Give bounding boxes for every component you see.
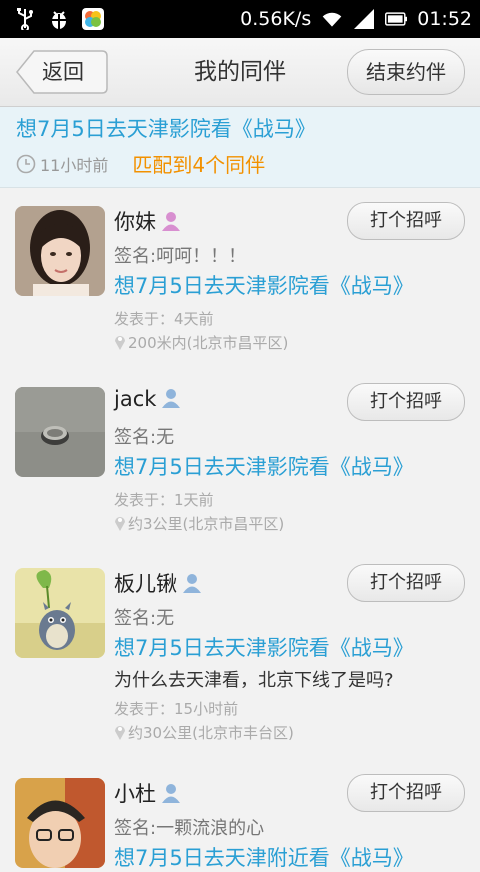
distance-text: 约30公里(北京市丰台区): [128, 724, 294, 742]
male-user-icon: [162, 389, 181, 408]
post-title[interactable]: 想7月5日去天津影院看《战马》: [114, 451, 414, 481]
companion-name: 小杜: [114, 778, 182, 808]
male-user-icon: [183, 574, 201, 593]
back-button[interactable]: 返回: [16, 50, 108, 94]
avatar[interactable]: [15, 387, 105, 477]
signature: 签名:一颗流浪的心: [114, 818, 265, 839]
say-hello-button[interactable]: 打个招呼: [347, 383, 465, 421]
page-title: 我的同伴: [194, 59, 286, 85]
companion-name: 板儿锹: [114, 568, 203, 598]
say-hello-button[interactable]: 打个招呼: [347, 202, 465, 240]
end-companion-button[interactable]: 结束约伴: [347, 49, 465, 95]
network-speed: 0.56K/s: [240, 8, 312, 30]
male-user-icon: [162, 784, 180, 803]
location-pin-icon: [115, 726, 125, 740]
app-notification-icon: [82, 8, 104, 30]
post-title[interactable]: 想7月5日去天津影院看《战马》: [114, 270, 414, 300]
status-left-icons: [14, 8, 104, 30]
avatar[interactable]: [15, 778, 105, 868]
back-label: 返回: [42, 60, 84, 84]
status-bar: 0.56K/s 01:52: [0, 0, 480, 38]
activity-meta: 11小时前 匹配到4个同伴: [16, 149, 265, 178]
say-hello-button[interactable]: 打个招呼: [347, 774, 465, 812]
female-user-icon: [162, 212, 180, 231]
reply-text: 为什么去天津看，北京下线了是吗?: [114, 670, 394, 691]
companion-name: jack: [114, 387, 182, 411]
companion-item[interactable]: 板儿锹 打个招呼 签名:无 想7月5日去天津影院看《战马》 为什么去天津看，北京…: [0, 550, 480, 760]
posted-time: 发表于：1天前: [114, 491, 214, 509]
distance-text: 约3公里(北京市昌平区): [128, 515, 285, 533]
signature: 签名:无: [114, 608, 175, 629]
activity-title[interactable]: 想7月5日去天津影院看《战马》: [16, 113, 316, 143]
location-pin-icon: [115, 336, 125, 350]
companion-name: 你妹: [114, 206, 182, 236]
usb-icon: [14, 8, 36, 30]
status-right: 0.56K/s 01:52: [240, 0, 472, 38]
activity-summary: 想7月5日去天津影院看《战马》 11小时前 匹配到4个同伴: [0, 107, 480, 188]
match-count: 匹配到4个同伴: [132, 153, 266, 177]
post-title[interactable]: 想7月5日去天津附近看《战马》: [114, 842, 414, 872]
posted-time: 发表于：4天前: [114, 310, 214, 328]
debug-bug-icon: [48, 8, 70, 30]
name-text: 板儿锹: [114, 572, 177, 596]
name-text: 你妹: [114, 210, 156, 234]
name-text: jack: [114, 387, 157, 411]
companion-item[interactable]: 你妹 打个招呼 签名:呵呵！！！ 想7月5日去天津影院看《战马》 发表于：4天前…: [0, 188, 480, 368]
name-text: 小杜: [114, 782, 156, 806]
say-hello-button[interactable]: 打个招呼: [347, 564, 465, 602]
signature: 签名:无: [114, 427, 175, 448]
avatar[interactable]: [15, 206, 105, 296]
avatar[interactable]: [15, 568, 105, 658]
activity-time: 11小时前: [40, 155, 109, 175]
companion-item[interactable]: jack 打个招呼 签名:无 想7月5日去天津影院看《战马》 发表于：1天前 约…: [0, 369, 480, 549]
posted-time: 发表于：15小时前: [114, 700, 239, 718]
location-pin-icon: [115, 517, 125, 531]
battery-icon: [385, 8, 408, 30]
post-title[interactable]: 想7月5日去天津影院看《战马》: [114, 632, 414, 662]
signal-icon: [353, 8, 375, 30]
clock-icon: [16, 154, 36, 173]
header-bar: 返回 我的同伴 结束约伴: [0, 38, 480, 107]
location: 200米内(北京市昌平区): [114, 332, 288, 353]
clock-time: 01:52: [417, 8, 472, 30]
signature: 签名:呵呵！！！: [114, 246, 247, 267]
location: 约3公里(北京市昌平区): [114, 513, 284, 534]
location: 约30公里(北京市丰台区): [114, 722, 294, 743]
wifi-icon: [321, 8, 343, 30]
distance-text: 200米内(北京市昌平区): [128, 334, 289, 352]
